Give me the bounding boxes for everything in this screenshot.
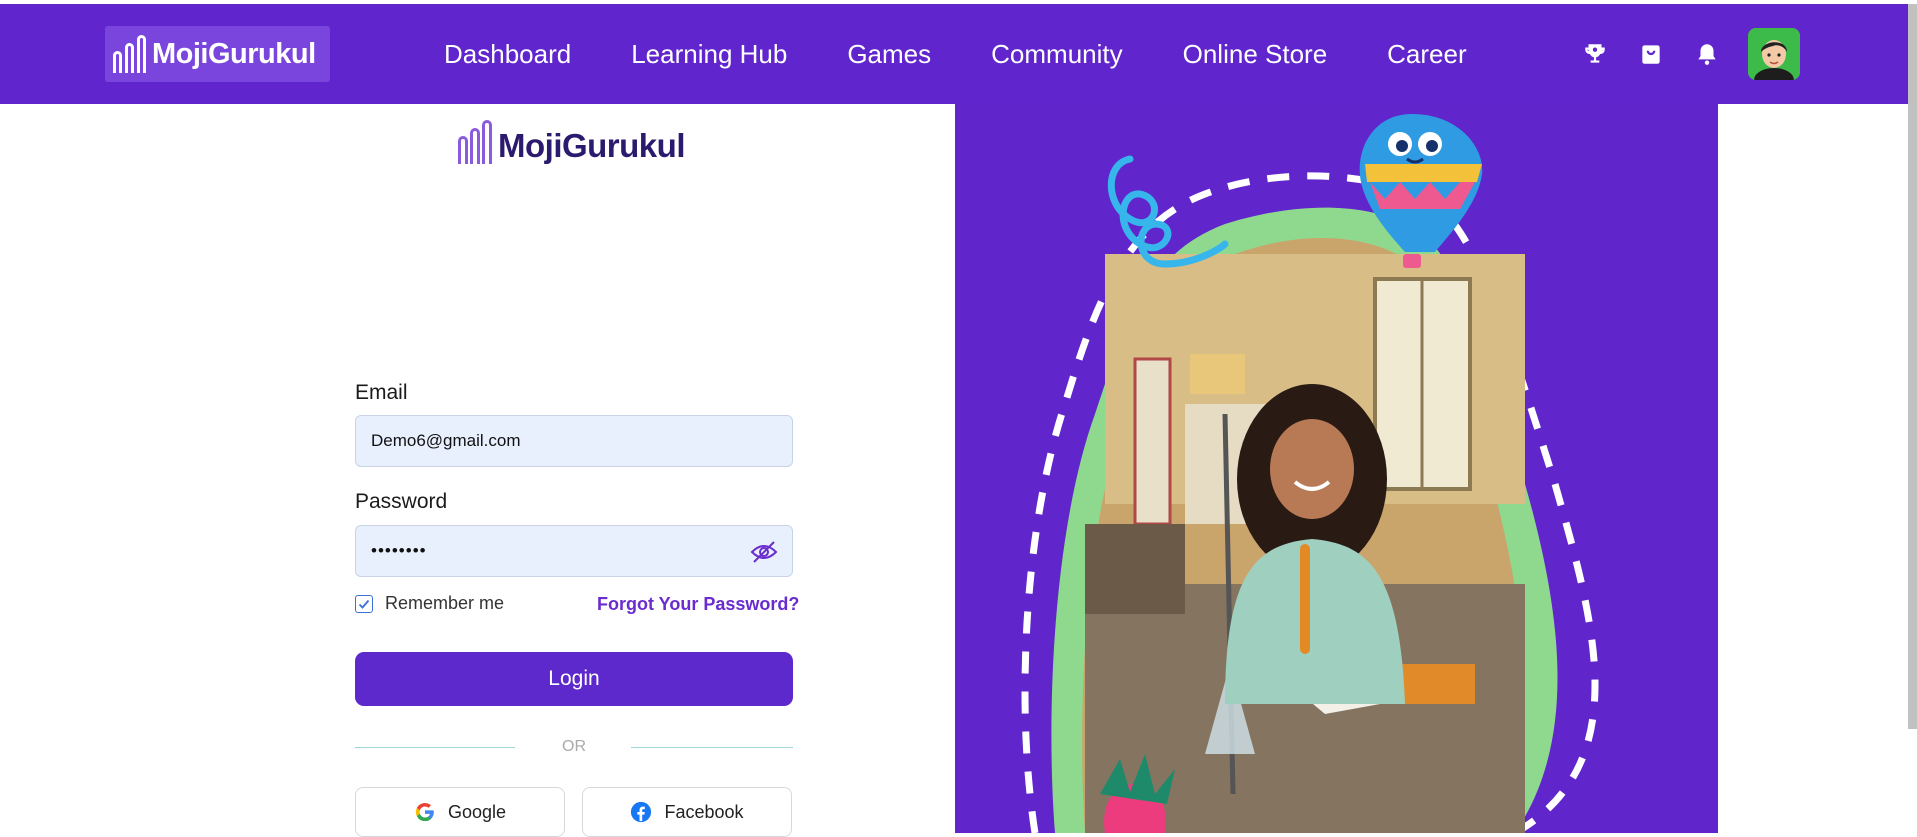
remember-me: Remember me: [355, 593, 504, 614]
password-label: Password: [355, 490, 448, 513]
remember-checkbox[interactable]: [355, 594, 373, 613]
logo-bars-icon: [113, 35, 146, 73]
shopping-bag-icon[interactable]: [1636, 39, 1666, 69]
poster: [1133, 357, 1172, 526]
desk: [1085, 524, 1185, 614]
test-tube-rack: [1395, 664, 1475, 704]
logo-bars-icon: [458, 120, 492, 164]
facebook-login-button[interactable]: Facebook: [582, 787, 792, 837]
nav-learning-hub[interactable]: Learning Hub: [631, 39, 787, 70]
hide-password-icon[interactable]: [750, 539, 778, 565]
bell-icon[interactable]: [1692, 39, 1722, 69]
nav-online-store[interactable]: Online Store: [1183, 39, 1328, 70]
login-button[interactable]: Login: [355, 652, 793, 706]
hero-illustration-panel: [955, 104, 1718, 833]
nav-dashboard[interactable]: Dashboard: [444, 39, 571, 70]
login-logo-text: MojiGurukul: [498, 127, 686, 164]
password-field[interactable]: ••••••••: [355, 525, 793, 577]
test-tube: [1300, 544, 1310, 654]
main-nav: Dashboard Learning Hub Games Community O…: [420, 4, 1527, 104]
login-panel: [0, 104, 955, 833]
brand-name: MojiGurukul: [152, 37, 316, 70]
password-value: ••••••••: [371, 541, 427, 560]
google-login-button[interactable]: Google: [355, 787, 565, 837]
hero-illustration: [1021, 114, 1599, 833]
facebook-label: Facebook: [664, 801, 744, 822]
google-icon: [415, 802, 434, 822]
nav-community[interactable]: Community: [991, 39, 1122, 70]
email-label: Email: [355, 381, 408, 404]
brand-logo[interactable]: MojiGurukul: [105, 26, 330, 82]
facebook-icon: [631, 801, 652, 823]
girl-face: [1270, 419, 1354, 519]
email-field[interactable]: Demo6@gmail.com: [355, 415, 793, 467]
page-scrollbar[interactable]: [1908, 4, 1917, 729]
poster: [1190, 354, 1245, 394]
nav-career[interactable]: Career: [1387, 39, 1466, 70]
remember-label: Remember me: [385, 593, 505, 613]
nav-icons: [1580, 4, 1800, 104]
google-label: Google: [447, 801, 507, 822]
divider-line-right: [631, 747, 793, 748]
forgot-password-link[interactable]: Forgot Your Password?: [597, 594, 799, 615]
user-avatar[interactable]: [1748, 28, 1800, 80]
right-margin: [1718, 104, 1917, 833]
login-logo: MojiGurukul: [458, 120, 686, 164]
email-value: Demo6@gmail.com: [371, 431, 521, 450]
or-divider: OR: [355, 738, 793, 758]
nav-games[interactable]: Games: [847, 39, 931, 70]
top-navbar: MojiGurukul Dashboard Learning Hub Games…: [0, 4, 1917, 104]
trophy-icon[interactable]: [1580, 39, 1610, 69]
